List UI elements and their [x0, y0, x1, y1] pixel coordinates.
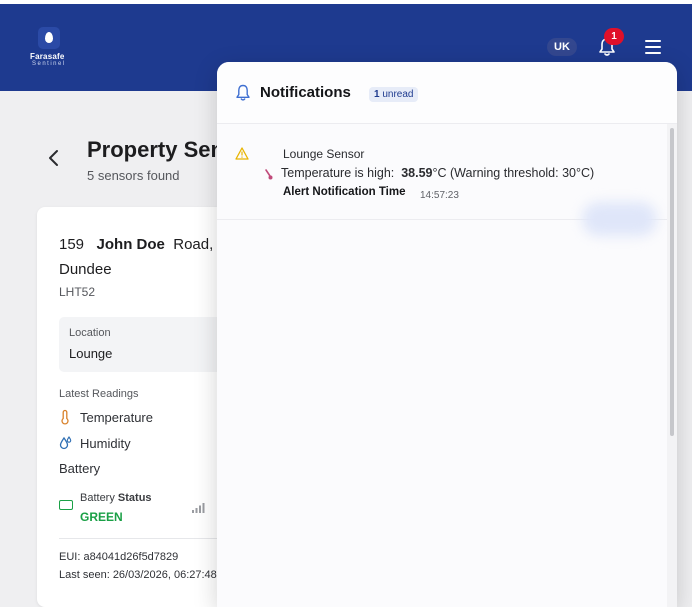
- temperature-label: Temperature: [80, 410, 153, 425]
- last-seen: Last seen: 26/03/2026, 06:27:48: [59, 569, 217, 581]
- battery-status-label-a: Battery: [80, 492, 115, 504]
- page-title: Property Sen: [87, 137, 224, 162]
- droplet-icon: [45, 32, 53, 43]
- battery-status-value: GREEN: [80, 510, 123, 524]
- back-arrow-icon[interactable]: [46, 148, 62, 168]
- thermometer-icon: [59, 409, 71, 425]
- warning-icon: [235, 147, 249, 160]
- notifications-header: Notifications 1 unread: [217, 62, 677, 124]
- signal-strength-icon: [192, 500, 206, 513]
- notification-sensor-name: Lounge Sensor: [283, 147, 365, 161]
- device-eui: EUI: a84041d26f5d7829: [59, 551, 179, 563]
- location-value: Lounge: [69, 346, 113, 361]
- message-value: 38.59: [401, 166, 433, 180]
- notifications-title: Notifications: [260, 84, 351, 101]
- sensor-count: 5 sensors found: [87, 168, 180, 183]
- scrollbar-thumb[interactable]: [670, 128, 674, 436]
- humidity-icon: [59, 435, 72, 451]
- battery-label: Battery: [59, 461, 101, 476]
- unread-count: 1: [374, 89, 380, 100]
- alert-time-value: 14:57:23: [420, 190, 459, 201]
- battery-status-label-b: Status: [117, 492, 152, 504]
- language-selector[interactable]: UK: [547, 38, 577, 56]
- brand-name: Farasafe: [30, 52, 65, 61]
- battery-icon: [59, 500, 73, 510]
- message-prefix: Temperature is high:: [281, 166, 395, 180]
- battery-status-label: Battery Status: [80, 492, 152, 504]
- notification-message: Temperature is high: 38.59°C (Warning th…: [281, 166, 594, 180]
- bell-icon: [235, 84, 251, 102]
- address-name: John Doe: [96, 236, 165, 253]
- thermometer-icon: [263, 168, 273, 181]
- brand-subtitle: Sentinel: [32, 61, 66, 67]
- unread-label: unread: [382, 89, 414, 100]
- sensor-address: 159 John Doe Road, Dundee: [59, 232, 229, 282]
- location-label: Location: [69, 327, 111, 339]
- location-box: [59, 317, 229, 372]
- latest-readings-label: Latest Readings: [59, 388, 139, 400]
- notification-item[interactable]: Lounge Sensor Temperature is high: 38.59…: [217, 124, 673, 236]
- address-number: 159: [59, 236, 85, 253]
- message-suffix: °C (Warning threshold: 30°C): [432, 166, 595, 180]
- address-rest: Road,: [173, 236, 214, 253]
- notifications-panel: Notifications 1 unread Lounge Sensor Tem…: [217, 62, 677, 607]
- alert-time-label: Alert Notification Time: [283, 186, 406, 198]
- card-divider: [59, 538, 229, 539]
- address-city: Dundee: [59, 261, 112, 278]
- hamburger-menu-icon[interactable]: [645, 40, 661, 54]
- notification-count-badge: 1: [604, 28, 624, 45]
- app-logo[interactable]: Farasafe Sentinel: [30, 27, 72, 71]
- sensor-model: LHT52: [59, 285, 96, 299]
- humidity-label: Humidity: [80, 436, 131, 451]
- blurred-action-button[interactable]: [582, 202, 657, 236]
- unread-badge: 1 unread: [369, 87, 419, 102]
